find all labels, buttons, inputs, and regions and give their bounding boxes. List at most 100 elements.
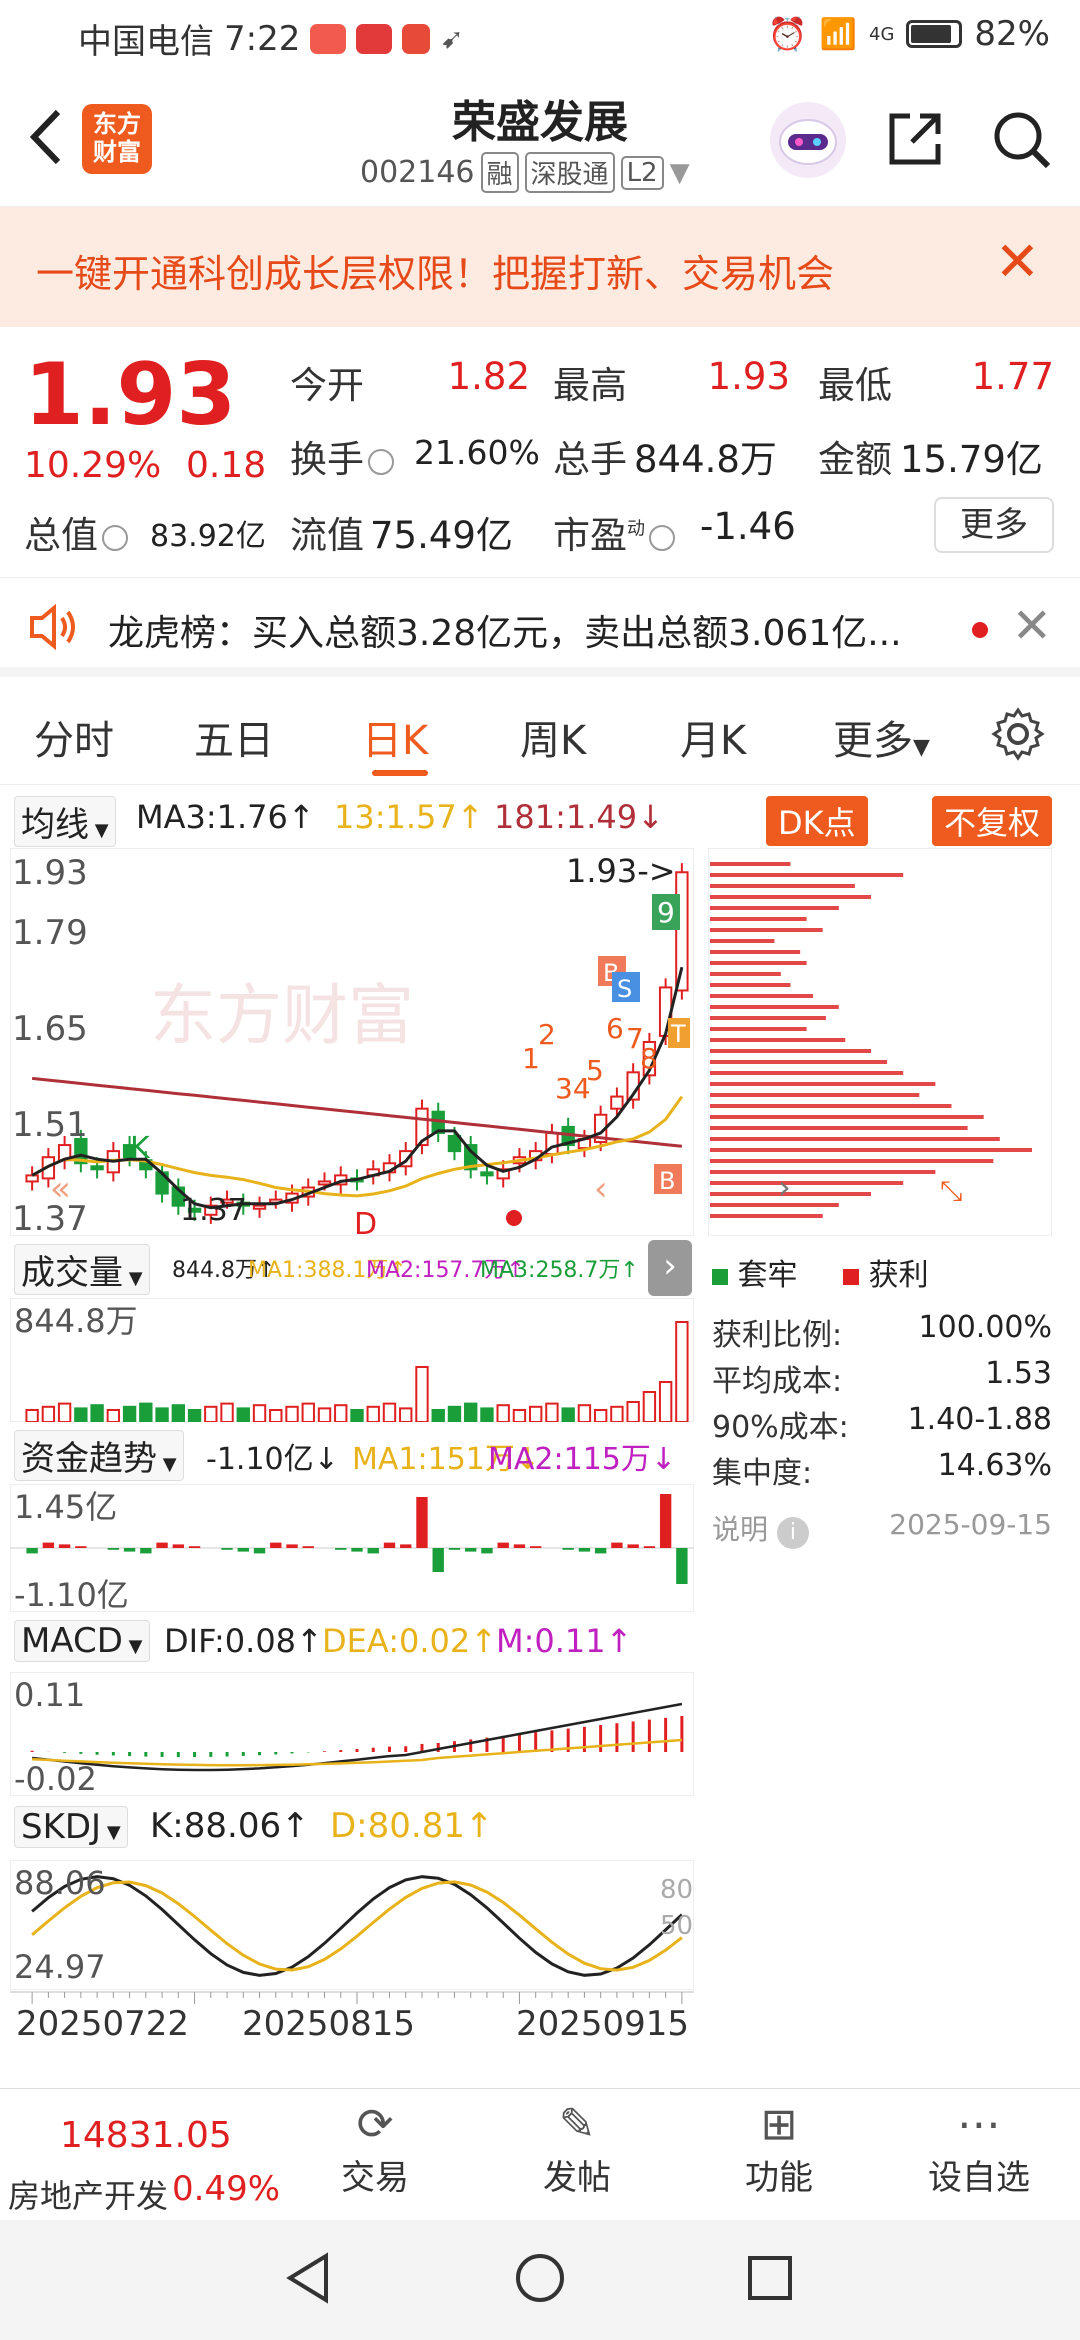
volume-y-max: 844.8万 (14, 1302, 138, 1340)
fund-bar (75, 1546, 87, 1548)
time-label: 7:22 (224, 18, 301, 59)
chip-distribution-chart[interactable]: › ⤡ (708, 848, 1052, 1236)
dragon-tiger-strip[interactable]: 龙虎榜：买入总额3.28亿元，卖出总额3.061亿... ✕ (0, 577, 1080, 677)
functions-button[interactable]: ⊞ 功能 (714, 2099, 844, 2199)
chip-bar (710, 1137, 1000, 1141)
low-price-marker: 1.37 (180, 1193, 247, 1228)
nav-home-icon[interactable] (512, 2250, 568, 2306)
fund-bar (659, 1494, 672, 1548)
post-button[interactable]: ✎ 发帖 (512, 2099, 642, 2199)
turnover-label: 换手 (290, 429, 398, 483)
chip-bar (710, 1005, 839, 1009)
nav-recents-icon[interactable] (742, 2250, 798, 2306)
kline-chart[interactable]: 东方财富 1.93 1.79 1.65 1.51 1.37 1.93-> 1.3… (10, 848, 694, 1236)
tab-more[interactable]: 更多▼ (833, 708, 930, 766)
share-icon[interactable] (884, 108, 946, 170)
volume-bar (317, 1407, 332, 1422)
tab-intraday[interactable]: 分时 (34, 708, 114, 766)
signal-6: 6 (606, 1012, 624, 1045)
chip-bar (710, 994, 814, 998)
tab-weekly-k[interactable]: 周K (520, 708, 586, 766)
search-icon[interactable] (990, 108, 1054, 172)
x-date-2: 20250815 (242, 2004, 416, 2044)
volume-bar (658, 1381, 673, 1422)
fund-bar (270, 1542, 282, 1548)
stock-code: 002146 (360, 155, 475, 190)
index-name[interactable]: 房地产开发 (8, 2171, 168, 2217)
info-icon[interactable] (368, 448, 394, 475)
y-label-2: 1.79 (12, 913, 88, 953)
chip-bar (710, 1159, 994, 1163)
chip-bar (710, 884, 855, 888)
x-date-3: 20250915 (516, 2004, 690, 2044)
macd-chart[interactable]: 0.11 -0.02 (10, 1672, 694, 1796)
last-price-marker: 1.93-> (566, 852, 676, 890)
fund-trend-chart[interactable]: 1.45亿 -1.10亿 (10, 1484, 694, 1612)
volume-bar (642, 1391, 657, 1422)
ma181-legend: 181:1.49↓ (494, 798, 664, 836)
low-value: 1.77 (971, 355, 1054, 398)
stock-subtitle[interactable]: 002146 融 深股通 L2 ▼ (360, 152, 690, 193)
mktcap-label: 总值 (24, 505, 132, 559)
tab-five-day[interactable]: 五日 (194, 708, 274, 766)
scroll-left-icon[interactable]: « (50, 1169, 71, 1209)
info-icon[interactable] (102, 524, 128, 551)
macd-dea-legend: DEA:0.02↑ (322, 1622, 498, 1660)
fund-bar (481, 1548, 493, 1554)
tab-daily-k[interactable]: 日K (362, 708, 428, 766)
chevron-left-icon[interactable]: ‹ (594, 1169, 608, 1209)
high-label: 最高 (553, 364, 627, 407)
settings-gear-icon[interactable] (990, 706, 1046, 762)
volume-selector-label: 成交量 (21, 1253, 123, 1293)
chip-bar (710, 972, 781, 976)
mktcap-label-text: 总值 (24, 514, 98, 557)
volume-bar (382, 1402, 397, 1422)
stock-header: 东方 财富 荣盛发展 002146 融 深股通 L2 ▼ (0, 72, 1080, 207)
bottom-toolbar: 14831.05 房地产开发 0.49% ⟳ 交易 ✎ 发帖 ⊞ 功能 ⋯ 设自… (0, 2088, 1080, 2220)
close-icon[interactable]: ✕ (1012, 598, 1052, 654)
trap-swatch (712, 1269, 728, 1285)
promo-banner[interactable]: 一键开通科创成长层权限！把握打新、交易机会 ✕ (0, 207, 1080, 327)
chip-row-label: 平均成本: (712, 1364, 843, 1399)
assistant-avatar[interactable] (770, 102, 846, 178)
dk-point-button[interactable]: DK点 (766, 796, 868, 846)
more-button[interactable]: 更多 (934, 497, 1054, 553)
x-date-1: 20250722 (16, 2004, 190, 2044)
turnover-label-text: 换手 (290, 438, 364, 481)
chip-bar (710, 961, 807, 965)
caret-down-icon: ▼ (89, 820, 109, 841)
volume-bar (528, 1405, 543, 1422)
active-tab-underline (372, 770, 428, 776)
caret-down-icon: ▼ (669, 157, 690, 188)
chip-note[interactable]: 说明 i (712, 1508, 809, 1549)
amount-label: 金额 (818, 438, 892, 481)
chevron-right-icon[interactable]: › (778, 1168, 791, 1206)
volume-chart[interactable]: 844.8万 (10, 1298, 694, 1422)
volume-bar (675, 1321, 689, 1422)
fund-trend-selector[interactable]: 资金趋势 ▼ (14, 1430, 184, 1481)
fund-legend: -1.10亿↓ (206, 1442, 339, 1477)
info-icon[interactable]: i (776, 1517, 809, 1549)
period-tabs: 分时 五日 日K 周K 月K 更多▼ (0, 690, 1080, 785)
expand-panel-button[interactable]: › (648, 1240, 692, 1296)
nav-back-icon[interactable] (282, 2250, 338, 2306)
adjust-button[interactable]: 不复权 (932, 796, 1053, 846)
battery-icon (906, 20, 963, 48)
y-label-4: 1.51 (12, 1105, 88, 1145)
expand-icon[interactable]: ⤡ (940, 1174, 962, 1207)
macd-selector[interactable]: MACD ▼ (14, 1620, 150, 1662)
connect-tag: 深股通 (524, 152, 615, 193)
ma-selector[interactable]: 均线 ▼ (14, 796, 116, 847)
volume-selector[interactable]: 成交量 ▼ (14, 1244, 150, 1295)
fund-bar (562, 1548, 574, 1550)
chip-bar (710, 1170, 936, 1174)
tab-monthly-k[interactable]: 月K (680, 708, 746, 766)
close-icon[interactable]: ✕ (995, 235, 1040, 289)
index-value[interactable]: 14831.05 (60, 2115, 232, 2156)
add-watchlist-button[interactable]: ⋯ 设自选 (914, 2099, 1044, 2199)
skdj-selector[interactable]: SKDJ ▼ (14, 1806, 128, 1848)
info-icon[interactable] (649, 524, 675, 551)
trade-button[interactable]: ⟳ 交易 (310, 2099, 440, 2199)
skdj-chart[interactable]: 88.06 24.97 80 50 (10, 1860, 694, 1990)
y-label-3: 1.65 (12, 1009, 88, 1049)
